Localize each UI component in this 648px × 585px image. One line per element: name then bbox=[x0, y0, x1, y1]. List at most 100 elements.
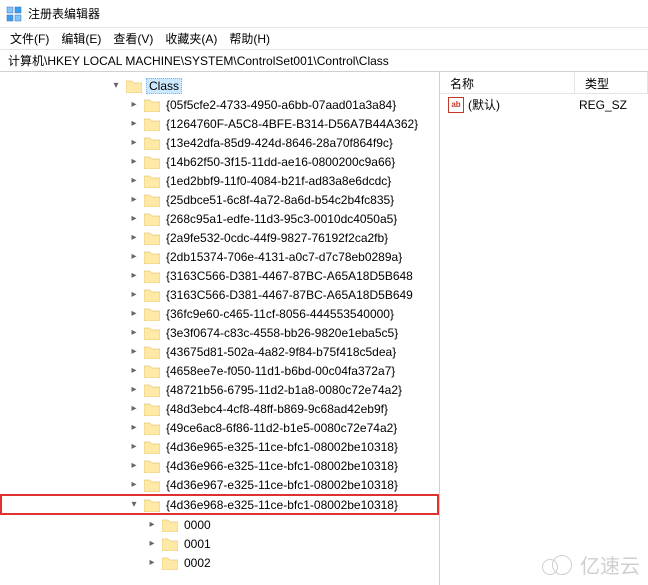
tree-label[interactable]: 0002 bbox=[182, 556, 213, 570]
list-row[interactable]: ab (默认) REG_SZ bbox=[440, 94, 648, 115]
chevron-right-icon[interactable]: ▸ bbox=[126, 118, 142, 129]
tree-node[interactable]: ▸ {1264760F-A5C8-4BFE-B314-D56A7B44A362} bbox=[0, 114, 439, 133]
tree-node[interactable]: ▸ {4658ee7e-f050-11d1-b6bd-00c04fa372a7} bbox=[0, 361, 439, 380]
address-path: 计算机\HKEY LOCAL MACHINE\SYSTEM\ControlSet… bbox=[8, 52, 389, 69]
chevron-right-icon[interactable]: ▸ bbox=[126, 384, 142, 395]
tree-label[interactable]: {49ce6ac8-6f86-11d2-b1e5-0080c72e74a2} bbox=[164, 421, 399, 435]
column-header-name[interactable]: 名称 bbox=[440, 72, 575, 93]
tree-node[interactable]: ▸ {4d36e967-e325-11ce-bfc1-08002be10318} bbox=[0, 475, 439, 494]
tree-label-class[interactable]: Class bbox=[146, 78, 182, 94]
tree-node[interactable]: ▸ {4d36e966-e325-11ce-bfc1-08002be10318} bbox=[0, 456, 439, 475]
tree-node[interactable]: ▸ {2a9fe532-0cdc-44f9-9827-76192f2ca2fb} bbox=[0, 228, 439, 247]
tree-node[interactable]: ▸ 0000 bbox=[0, 515, 439, 534]
tree-label[interactable]: {268c95a1-edfe-11d3-95c3-0010dc4050a5} bbox=[164, 212, 399, 226]
chevron-right-icon[interactable]: ▸ bbox=[126, 213, 142, 224]
list-pane: 名称 类型 ab (默认) REG_SZ bbox=[440, 72, 648, 585]
tree-node[interactable]: ▸ {14b62f50-3f15-11dd-ae16-0800200c9a66} bbox=[0, 152, 439, 171]
tree-node[interactable]: ▸ 0001 bbox=[0, 534, 439, 553]
tree-label[interactable]: {43675d81-502a-4a82-9f84-b75f418c5dea} bbox=[164, 345, 398, 359]
tree-label[interactable]: {48d3ebc4-4cf8-48ff-b869-9c68ad42eb9f} bbox=[164, 402, 390, 416]
chevron-down-icon[interactable]: ▾ bbox=[126, 499, 142, 510]
folder-icon bbox=[144, 307, 160, 321]
tree-node[interactable]: ▸ {3163C566-D381-4467-87BC-A65A18D5B649 bbox=[0, 285, 439, 304]
chevron-right-icon[interactable]: ▸ bbox=[126, 479, 142, 490]
chevron-right-icon[interactable]: ▸ bbox=[126, 308, 142, 319]
chevron-right-icon[interactable]: ▸ bbox=[126, 156, 142, 167]
chevron-right-icon[interactable]: ▸ bbox=[126, 422, 142, 433]
tree-node[interactable]: ▸ 0002 bbox=[0, 553, 439, 572]
chevron-right-icon[interactable]: ▸ bbox=[126, 251, 142, 262]
chevron-right-icon[interactable]: ▸ bbox=[126, 403, 142, 414]
tree-label[interactable]: {3e3f0674-c83c-4558-bb26-9820e1eba5c5} bbox=[164, 326, 400, 340]
folder-icon bbox=[144, 231, 160, 245]
folder-icon bbox=[144, 212, 160, 226]
tree-node[interactable]: ▸ {268c95a1-edfe-11d3-95c3-0010dc4050a5} bbox=[0, 209, 439, 228]
chevron-right-icon[interactable]: ▸ bbox=[144, 538, 160, 549]
tree-node[interactable]: ▸ {36fc9e60-c465-11cf-8056-444553540000} bbox=[0, 304, 439, 323]
chevron-right-icon[interactable]: ▸ bbox=[126, 365, 142, 376]
column-header-type[interactable]: 类型 bbox=[575, 72, 648, 93]
tree-node[interactable]: ▸ {3e3f0674-c83c-4558-bb26-9820e1eba5c5} bbox=[0, 323, 439, 342]
folder-icon bbox=[144, 498, 160, 512]
tree-label[interactable]: {4d36e967-e325-11ce-bfc1-08002be10318} bbox=[164, 478, 400, 492]
tree-node[interactable]: ▸ {05f5cfe2-4733-4950-a6bb-07aad01a3a84} bbox=[0, 95, 439, 114]
tree-label[interactable]: {05f5cfe2-4733-4950-a6bb-07aad01a3a84} bbox=[164, 98, 398, 112]
window-title: 注册表编辑器 bbox=[28, 5, 100, 22]
tree-label[interactable]: {1264760F-A5C8-4BFE-B314-D56A7B44A362} bbox=[164, 117, 420, 131]
menu-edit[interactable]: 编辑(E) bbox=[55, 28, 107, 49]
chevron-right-icon[interactable]: ▸ bbox=[126, 232, 142, 243]
menu-help[interactable]: 帮助(H) bbox=[223, 28, 276, 49]
address-bar[interactable]: 计算机\HKEY LOCAL MACHINE\SYSTEM\ControlSet… bbox=[0, 50, 648, 72]
chevron-right-icon[interactable]: ▸ bbox=[126, 441, 142, 452]
tree-label[interactable]: {4d36e966-e325-11ce-bfc1-08002be10318} bbox=[164, 459, 400, 473]
chevron-right-icon[interactable]: ▸ bbox=[144, 557, 160, 568]
chevron-right-icon[interactable]: ▸ bbox=[126, 270, 142, 281]
folder-icon bbox=[144, 98, 160, 112]
tree-node[interactable]: ▸ {1ed2bbf9-11f0-4084-b21f-ad83a8e6dcdc} bbox=[0, 171, 439, 190]
chevron-right-icon[interactable]: ▸ bbox=[126, 460, 142, 471]
tree-node[interactable]: ▸ {49ce6ac8-6f86-11d2-b1e5-0080c72e74a2} bbox=[0, 418, 439, 437]
tree-label[interactable]: {4d36e968-e325-11ce-bfc1-08002be10318} bbox=[164, 498, 400, 512]
chevron-right-icon[interactable]: ▸ bbox=[126, 327, 142, 338]
tree-node[interactable]: ▸ {25dbce51-6c8f-4a72-8a6d-b54c2b4fc835} bbox=[0, 190, 439, 209]
tree-label[interactable]: 0000 bbox=[182, 518, 213, 532]
folder-icon bbox=[144, 459, 160, 473]
tree-node[interactable]: ▸ {43675d81-502a-4a82-9f84-b75f418c5dea} bbox=[0, 342, 439, 361]
tree-label[interactable]: 0001 bbox=[182, 537, 213, 551]
tree-node[interactable]: ▸ {48721b56-6795-11d2-b1a8-0080c72e74a2} bbox=[0, 380, 439, 399]
menu-bar: 文件(F) 编辑(E) 查看(V) 收藏夹(A) 帮助(H) bbox=[0, 28, 648, 50]
chevron-down-icon[interactable]: ▾ bbox=[108, 80, 124, 91]
chevron-right-icon[interactable]: ▸ bbox=[126, 194, 142, 205]
tree-node-class[interactable]: ▾ Class bbox=[0, 76, 439, 95]
menu-view[interactable]: 查看(V) bbox=[107, 28, 159, 49]
tree-label[interactable]: {3163C566-D381-4467-87BC-A65A18D5B649 bbox=[164, 288, 415, 302]
chevron-right-icon[interactable]: ▸ bbox=[126, 175, 142, 186]
chevron-right-icon[interactable]: ▸ bbox=[126, 289, 142, 300]
tree-label[interactable]: {14b62f50-3f15-11dd-ae16-0800200c9a66} bbox=[164, 155, 397, 169]
tree-label[interactable]: {4d36e965-e325-11ce-bfc1-08002be10318} bbox=[164, 440, 400, 454]
tree-label[interactable]: {13e42dfa-85d9-424d-8646-28a70f864f9c} bbox=[164, 136, 395, 150]
tree-node[interactable]: ▸ {4d36e965-e325-11ce-bfc1-08002be10318} bbox=[0, 437, 439, 456]
tree-node[interactable]: ▸ {2db15374-706e-4131-a0c7-d7c78eb0289a} bbox=[0, 247, 439, 266]
tree-label[interactable]: {36fc9e60-c465-11cf-8056-444553540000} bbox=[164, 307, 396, 321]
chevron-right-icon[interactable]: ▸ bbox=[144, 519, 160, 530]
menu-file[interactable]: 文件(F) bbox=[4, 28, 55, 49]
tree-label[interactable]: {2a9fe532-0cdc-44f9-9827-76192f2ca2fb} bbox=[164, 231, 390, 245]
folder-icon bbox=[126, 79, 142, 93]
chevron-right-icon[interactable]: ▸ bbox=[126, 346, 142, 357]
watermark-text: 亿速云 bbox=[580, 550, 640, 579]
tree-pane[interactable]: ▾ Class ▸ {05f5cfe2-4733-4950-a6bb-07aad0… bbox=[0, 72, 440, 585]
chevron-right-icon[interactable]: ▸ bbox=[126, 137, 142, 148]
tree-label[interactable]: {2db15374-706e-4131-a0c7-d7c78eb0289a} bbox=[164, 250, 404, 264]
tree-label[interactable]: {48721b56-6795-11d2-b1a8-0080c72e74a2} bbox=[164, 383, 404, 397]
tree-label[interactable]: {25dbce51-6c8f-4a72-8a6d-b54c2b4fc835} bbox=[164, 193, 396, 207]
tree-node[interactable]: ▸ {48d3ebc4-4cf8-48ff-b869-9c68ad42eb9f} bbox=[0, 399, 439, 418]
tree-label[interactable]: {1ed2bbf9-11f0-4084-b21f-ad83a8e6dcdc} bbox=[164, 174, 393, 188]
menu-favorites[interactable]: 收藏夹(A) bbox=[159, 28, 223, 49]
tree-label[interactable]: {4658ee7e-f050-11d1-b6bd-00c04fa372a7} bbox=[164, 364, 397, 378]
chevron-right-icon[interactable]: ▸ bbox=[126, 99, 142, 110]
tree-node-highlighted[interactable]: ▾ {4d36e968-e325-11ce-bfc1-08002be10318} bbox=[0, 494, 439, 515]
tree-node[interactable]: ▸ {13e42dfa-85d9-424d-8646-28a70f864f9c} bbox=[0, 133, 439, 152]
tree-label[interactable]: {3163C566-D381-4467-87BC-A65A18D5B648 bbox=[164, 269, 415, 283]
tree-node[interactable]: ▸ {3163C566-D381-4467-87BC-A65A18D5B648 bbox=[0, 266, 439, 285]
